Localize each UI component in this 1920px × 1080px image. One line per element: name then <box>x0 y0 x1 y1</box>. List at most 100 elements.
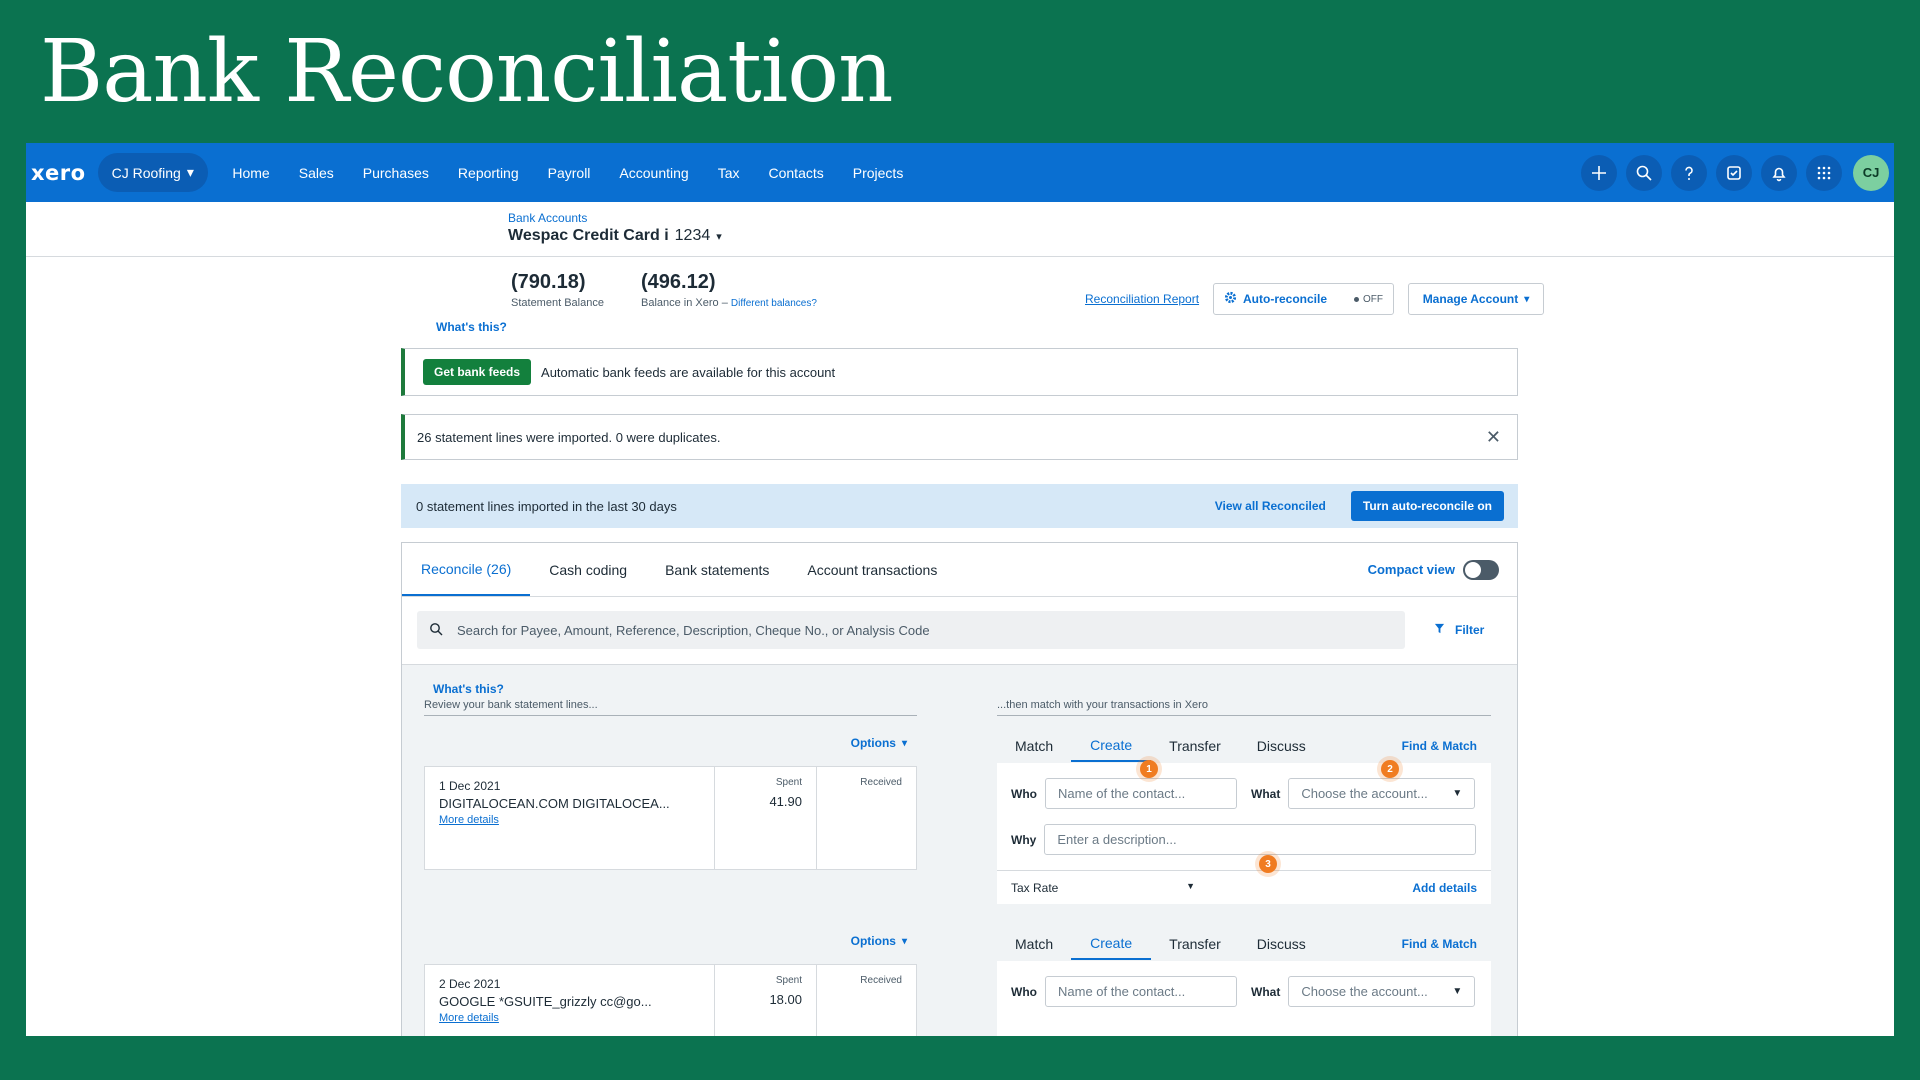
nav-purchases[interactable]: Purchases <box>348 165 443 181</box>
statement-line-card[interactable]: 1 Dec 2021 DIGITALOCEAN.COM DIGITALOCEA.… <box>424 766 917 870</box>
whats-this-link[interactable]: What's this? <box>433 682 504 696</box>
what-select[interactable]: Choose the account... ▼ <box>1288 976 1476 1007</box>
bank-feeds-text: Automatic bank feeds are available for t… <box>541 364 836 380</box>
what-select[interactable]: Choose the account... ▼ <box>1288 778 1476 809</box>
compact-view-control: Compact view <box>1368 543 1499 596</box>
statement-payee: GOOGLE *GSUITE_grizzly cc@go... <box>439 994 652 1009</box>
search-placeholder: Search for Payee, Amount, Reference, Des… <box>457 622 930 638</box>
xero-logo[interactable]: xero <box>31 161 86 185</box>
reconciliation-report-link[interactable]: Reconciliation Report <box>1085 292 1199 306</box>
tab-transfer[interactable]: Transfer <box>1151 928 1239 960</box>
match-tabs: Match Create Transfer Discuss Find & Mat… <box>997 928 1491 960</box>
apps-grid-icon[interactable] <box>1806 154 1842 191</box>
plus-icon[interactable] <box>1581 154 1617 191</box>
tab-transfer[interactable]: Transfer <box>1151 730 1239 762</box>
statement-lines-header: What's this? Review your bank statement … <box>424 667 917 716</box>
org-switcher[interactable]: CJ Roofing ▾ <box>97 153 208 192</box>
create-transaction-form: Who Name of the contact... What Choose t… <box>997 760 1491 904</box>
nav-accounting[interactable]: Accounting <box>605 165 703 181</box>
caret-down-icon: ▼ <box>1452 986 1463 997</box>
why-row: Why Enter a description... <box>1011 824 1477 855</box>
spent-label: Spent <box>775 777 802 788</box>
add-details-link[interactable]: Add details <box>1412 881 1477 895</box>
more-details-link[interactable]: More details <box>439 814 700 826</box>
find-match-link[interactable]: Find & Match <box>1384 730 1491 762</box>
bell-icon[interactable] <box>1761 154 1797 191</box>
options-dropdown[interactable]: Options ▾ <box>851 736 907 750</box>
get-bank-feeds-button[interactable]: Get bank feeds <box>423 359 532 385</box>
import-text: 26 statement lines were imported. 0 were… <box>417 429 721 445</box>
nav-home[interactable]: Home <box>218 165 284 181</box>
tax-rate-select[interactable]: Tax Rate ▼ <box>1011 881 1195 895</box>
why-input[interactable]: Enter a description... <box>1044 824 1477 855</box>
import-info-bar: 0 statement lines imported in the last 3… <box>401 484 1518 528</box>
filter-button[interactable]: Filter <box>1434 623 1484 637</box>
org-name: CJ Roofing <box>111 164 181 181</box>
notes-icon[interactable] <box>1716 154 1752 191</box>
manage-account-button[interactable]: Manage Account ▾ <box>1408 283 1544 315</box>
nav-sales[interactable]: Sales <box>284 165 348 181</box>
who-row: Who Name of the contact... <box>1011 976 1237 1007</box>
tab-bank-statements[interactable]: Bank statements <box>646 543 788 596</box>
search-input[interactable]: Search for Payee, Amount, Reference, Des… <box>417 611 1405 649</box>
user-avatar[interactable]: CJ <box>1853 154 1889 191</box>
tab-create[interactable]: Create <box>1071 928 1152 960</box>
auto-reconcile-button[interactable]: Auto-reconcile OFF <box>1213 283 1394 315</box>
tab-reconcile[interactable]: Reconcile (26) <box>402 543 531 596</box>
help-icon[interactable] <box>1671 154 1707 191</box>
view-all-reconciled-link[interactable]: View all Reconciled <box>1215 499 1326 513</box>
nav-tax[interactable]: Tax <box>703 165 754 181</box>
statement-spent: Spent 41.90 <box>715 767 817 869</box>
search-icon[interactable] <box>1626 154 1662 191</box>
tab-match[interactable]: Match <box>997 928 1071 960</box>
match-header: ...then match with your transactions in … <box>997 667 1491 716</box>
find-match-link[interactable]: Find & Match <box>1384 928 1491 960</box>
nav-projects[interactable]: Projects <box>838 165 918 181</box>
breadcrumb-bank-accounts[interactable]: Bank Accounts <box>508 211 587 225</box>
different-balances-link[interactable]: Different balances? <box>731 298 817 309</box>
top-navigation: xero CJ Roofing ▾ Home Sales Purchases R… <box>26 143 1894 202</box>
who-input[interactable]: Name of the contact... <box>1045 976 1237 1007</box>
options-dropdown[interactable]: Options ▾ <box>851 934 907 948</box>
more-details-link[interactable]: More details <box>439 1012 700 1024</box>
account-name: Wespac Credit Card i <box>508 227 669 244</box>
statement-lines-column: What's this? Review your bank statement … <box>424 667 917 1036</box>
chevron-down-icon: ▾ <box>1524 293 1530 305</box>
close-icon[interactable]: ✕ <box>1486 427 1501 448</box>
chevron-down-icon: ▾ <box>901 935 907 947</box>
filter-label: Filter <box>1455 623 1485 637</box>
who-input[interactable]: Name of the contact... <box>1045 778 1237 809</box>
nav-payroll[interactable]: Payroll <box>533 165 605 181</box>
whats-this-link[interactable]: What's this? <box>436 320 507 334</box>
create-transaction-form: Who Name of the contact... What Choose t… <box>997 961 1491 1036</box>
compact-view-toggle[interactable] <box>1463 559 1499 580</box>
tab-account-transactions[interactable]: Account transactions <box>788 543 956 596</box>
statement-line-card[interactable]: 2 Dec 2021 GOOGLE *GSUITE_grizzly cc@go.… <box>424 964 917 1036</box>
nav-contacts[interactable]: Contacts <box>754 165 838 181</box>
account-selector[interactable]: Wespac Credit Card i 1234 ▾ <box>508 227 722 245</box>
what-placeholder: Choose the account... <box>1301 786 1428 801</box>
nav-reporting[interactable]: Reporting <box>443 165 533 181</box>
options-label: Options <box>850 736 896 750</box>
search-row: Search for Payee, Amount, Reference, Des… <box>402 597 1517 665</box>
tab-match[interactable]: Match <box>997 730 1071 762</box>
turn-auto-reconcile-on-button[interactable]: Turn auto-reconcile on <box>1350 491 1504 521</box>
received-label: Received <box>860 975 902 986</box>
caret-down-icon: ▼ <box>1186 880 1195 891</box>
tab-discuss[interactable]: Discuss <box>1239 928 1324 960</box>
reconcile-panel: Reconcile (26) Cash coding Bank statemen… <box>401 542 1518 1036</box>
who-label: Who <box>1011 984 1037 999</box>
xero-balance-label-row: Balance in Xero – Different balances? <box>641 297 817 309</box>
tab-cash-coding[interactable]: Cash coding <box>530 543 646 596</box>
manage-account-label: Manage Account <box>1422 292 1519 306</box>
spent-value: 41.90 <box>769 794 802 809</box>
nav-right-tools: CJ <box>1581 154 1889 191</box>
tab-create[interactable]: Create <box>1071 730 1152 762</box>
what-row: What Choose the account... ▼ <box>1251 976 1476 1007</box>
tab-discuss[interactable]: Discuss <box>1239 730 1324 762</box>
reconcile-tabs: Reconcile (26) Cash coding Bank statemen… <box>402 543 1517 597</box>
statement-spent: Spent 18.00 <box>715 965 817 1036</box>
chevron-down-icon: ▾ <box>716 230 722 243</box>
xero-balance-value: (496.12) <box>641 271 716 293</box>
match-tabs: Match Create Transfer Discuss Find & Mat… <box>997 730 1491 762</box>
